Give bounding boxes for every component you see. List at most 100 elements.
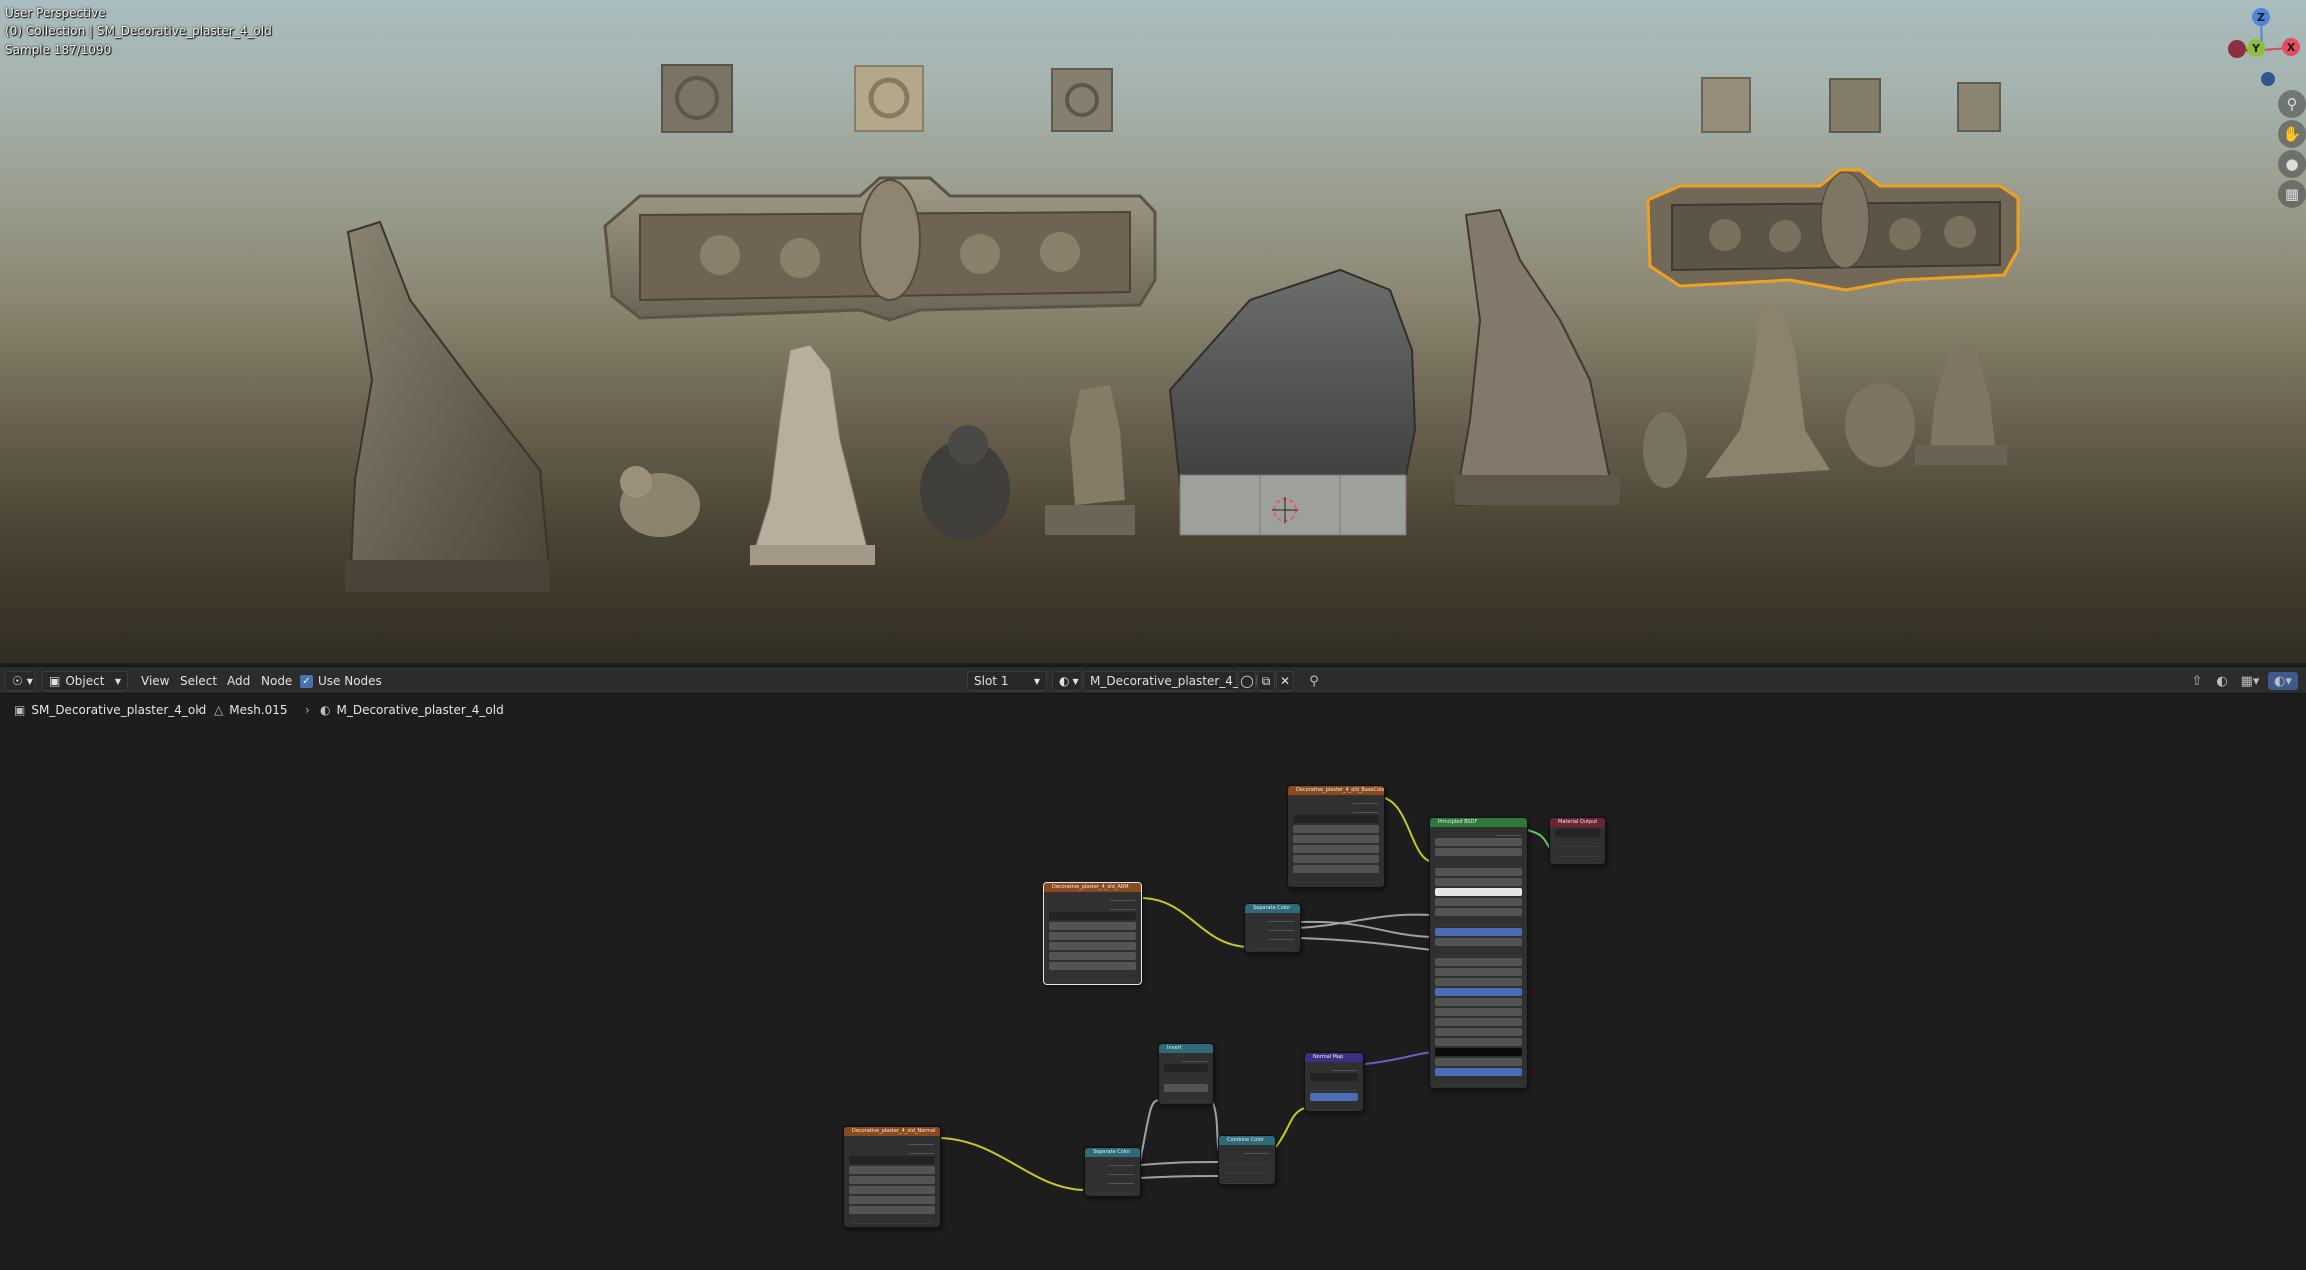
sculpture-woman-2 <box>1705 305 1830 478</box>
material-sphere-icon: ◐ <box>1059 674 1070 688</box>
object-icon: ▣ <box>14 703 26 717</box>
object-mode-label: Object <box>65 674 105 688</box>
separate-color-node-2[interactable]: Separate Color <box>1084 1147 1141 1197</box>
chevron-down-icon: ▼ <box>1072 676 1079 686</box>
use-nodes-label: Use Nodes <box>318 674 382 688</box>
emission-color-swatch[interactable] <box>1435 1048 1522 1056</box>
tile-small-2 <box>1829 78 1881 133</box>
material-output-node[interactable]: Material Output <box>1549 817 1606 865</box>
target-dropdown[interactable] <box>1555 829 1600 837</box>
image-texture-node-normal[interactable]: Decorative_plaster_4_old_Normal <box>843 1126 941 1228</box>
tile-floral <box>1051 68 1113 132</box>
breadcrumb-mesh-label: Mesh.015 <box>229 703 288 717</box>
sculpture-monkey-2 <box>1643 412 1687 488</box>
collection-info: (0) Collection | SM_Decorative_plaster_4… <box>5 24 272 38</box>
node-title: Normal Map <box>1305 1053 1363 1062</box>
editor-type-dropdown[interactable]: ☉ ▼ <box>5 671 35 691</box>
pin-icon[interactable]: ⚲ <box>1305 672 1323 690</box>
gizmo-neg-x[interactable] <box>2228 40 2246 58</box>
parent-node-tree-icon[interactable]: ⇧ <box>2188 672 2206 690</box>
use-nodes-toggle[interactable]: ✓ Use Nodes <box>300 671 382 691</box>
node-title: Decorative_plaster_4_old_Normal <box>844 1127 940 1136</box>
3d-viewport[interactable]: User Perspective (0) Collection | SM_Dec… <box>0 0 2306 663</box>
node-title: Separate Color <box>1085 1148 1140 1157</box>
duplicate-material-icon[interactable]: ⧉ <box>1257 671 1275 691</box>
chevron-right-icon: › <box>305 703 310 717</box>
normal-map-node[interactable]: Normal Map <box>1304 1052 1364 1112</box>
sculpture-boulder <box>1168 268 1417 487</box>
sculpture-gorilla-2 <box>1845 383 1915 467</box>
slot-label: Slot 1 <box>974 674 1009 688</box>
fake-user-shield-icon[interactable]: ◯ <box>1238 671 1256 691</box>
node-title: Material Output <box>1550 818 1605 827</box>
principled-bsdf-node[interactable]: Principled BSDF <box>1429 817 1528 1089</box>
sculpture-rock-left <box>346 220 552 592</box>
breadcrumb-object-label: SM_Decorative_plaster_4_old <box>31 703 207 717</box>
object-mode-dropdown[interactable]: ▣ Object ▼ <box>42 671 128 691</box>
node-editor-canvas[interactable] <box>0 695 2306 1270</box>
material-name-field[interactable]: M_Decorative_plaster_4_old <box>1083 671 1257 691</box>
decorative-panel-right-selected <box>1646 168 2020 292</box>
scene-render <box>345 64 2020 592</box>
gizmo-y-axis[interactable]: Y <box>2247 39 2265 57</box>
material-sphere-icon: ◐ <box>320 703 331 717</box>
chevron-down-icon: ▼ <box>26 676 33 686</box>
snapping-icon[interactable]: ▦▾ <box>2238 672 2262 690</box>
breadcrumb-material-label: M_Decorative_plaster_4_old <box>336 703 504 717</box>
breadcrumb-material: ◐ M_Decorative_plaster_4_old <box>320 703 504 717</box>
gizmo-x-axis[interactable]: X <box>2282 38 2300 56</box>
gizmo-neg-z[interactable] <box>2261 72 2275 86</box>
pan-hand-icon[interactable]: ✋ <box>2278 120 2306 148</box>
node-title: Decorative_plaster_4_old_ARM <box>1044 883 1141 892</box>
menu-add[interactable]: Add <box>227 671 250 691</box>
gizmo-z-axis[interactable]: Z <box>2252 8 2270 26</box>
view-name: User Perspective <box>5 6 106 20</box>
sculpture-lion-2 <box>1930 345 1995 450</box>
unlink-close-icon[interactable]: ✕ <box>1276 671 1294 691</box>
invert-node[interactable]: Invert <box>1158 1043 1214 1105</box>
node-editor-icon: ☉ <box>12 674 23 688</box>
breadcrumb-mesh: △ Mesh.015 <box>214 703 288 717</box>
node-title: Separate Color <box>1245 904 1300 913</box>
checkbox-checked-icon: ✓ <box>300 674 313 688</box>
chevron-down-icon: ▼ <box>1033 676 1040 686</box>
grid-ortho-icon[interactable]: ▦ <box>2278 180 2306 208</box>
camera-icon[interactable]: ● <box>2278 150 2306 178</box>
menu-view[interactable]: View <box>141 671 169 691</box>
slot-dropdown[interactable]: Slot 1 ▼ <box>967 671 1047 691</box>
menu-node[interactable]: Node <box>261 671 292 691</box>
tile-flower <box>854 65 924 132</box>
tile-sun <box>661 64 733 133</box>
breadcrumb-object: ▣ SM_Decorative_plaster_4_old <box>14 703 206 717</box>
image-texture-node-basecolor[interactable]: Decorative_plaster_4_old_BaseColor <box>1287 785 1385 888</box>
subsurface-color-swatch[interactable] <box>1435 888 1522 896</box>
node-editor-header: ☉ ▼ ▣ Object ▼ View Select Add Node ✓ Us… <box>0 666 2306 694</box>
combine-color-node[interactable]: Combine Color <box>1218 1135 1276 1185</box>
tile-small-1 <box>1701 77 1751 133</box>
image-texture-node-arm[interactable]: Decorative_plaster_4_old_ARM <box>1043 882 1142 985</box>
image-selector[interactable] <box>1293 815 1379 823</box>
mesh-icon: △ <box>214 703 224 717</box>
sculpture-lion <box>1070 385 1125 505</box>
chevron-down-icon: ▼ <box>114 676 121 686</box>
node-title: Combine Color <box>1219 1136 1275 1145</box>
separate-color-node[interactable]: Separate Color <box>1244 903 1301 953</box>
node-title: Invert <box>1159 1044 1213 1053</box>
sculpture-rock-right <box>1453 208 1622 507</box>
image-selector[interactable] <box>1049 912 1136 920</box>
zoom-icon[interactable]: ⚲ <box>2278 90 2306 118</box>
node-title: Decorative_plaster_4_old_BaseColor <box>1288 786 1384 795</box>
menu-select[interactable]: Select <box>180 671 217 691</box>
chevron-right-icon: › <box>196 703 201 717</box>
render-sample-count: Sample 187/1090 <box>5 43 112 57</box>
material-name: M_Decorative_plaster_4_old <box>1090 674 1258 688</box>
decorative-panel-left <box>603 176 1157 322</box>
material-browse-button[interactable]: ◐ ▼ <box>1052 671 1082 691</box>
overlay-icon[interactable]: ◐ <box>2213 672 2231 690</box>
tile-small-3 <box>1957 82 2001 132</box>
image-selector[interactable] <box>849 1156 935 1164</box>
backdrop-icon[interactable]: ◐▾ <box>2268 672 2298 690</box>
node-title: Principled BSDF <box>1430 818 1527 827</box>
object-icon: ▣ <box>49 674 61 688</box>
sculpture-woman <box>749 344 871 566</box>
